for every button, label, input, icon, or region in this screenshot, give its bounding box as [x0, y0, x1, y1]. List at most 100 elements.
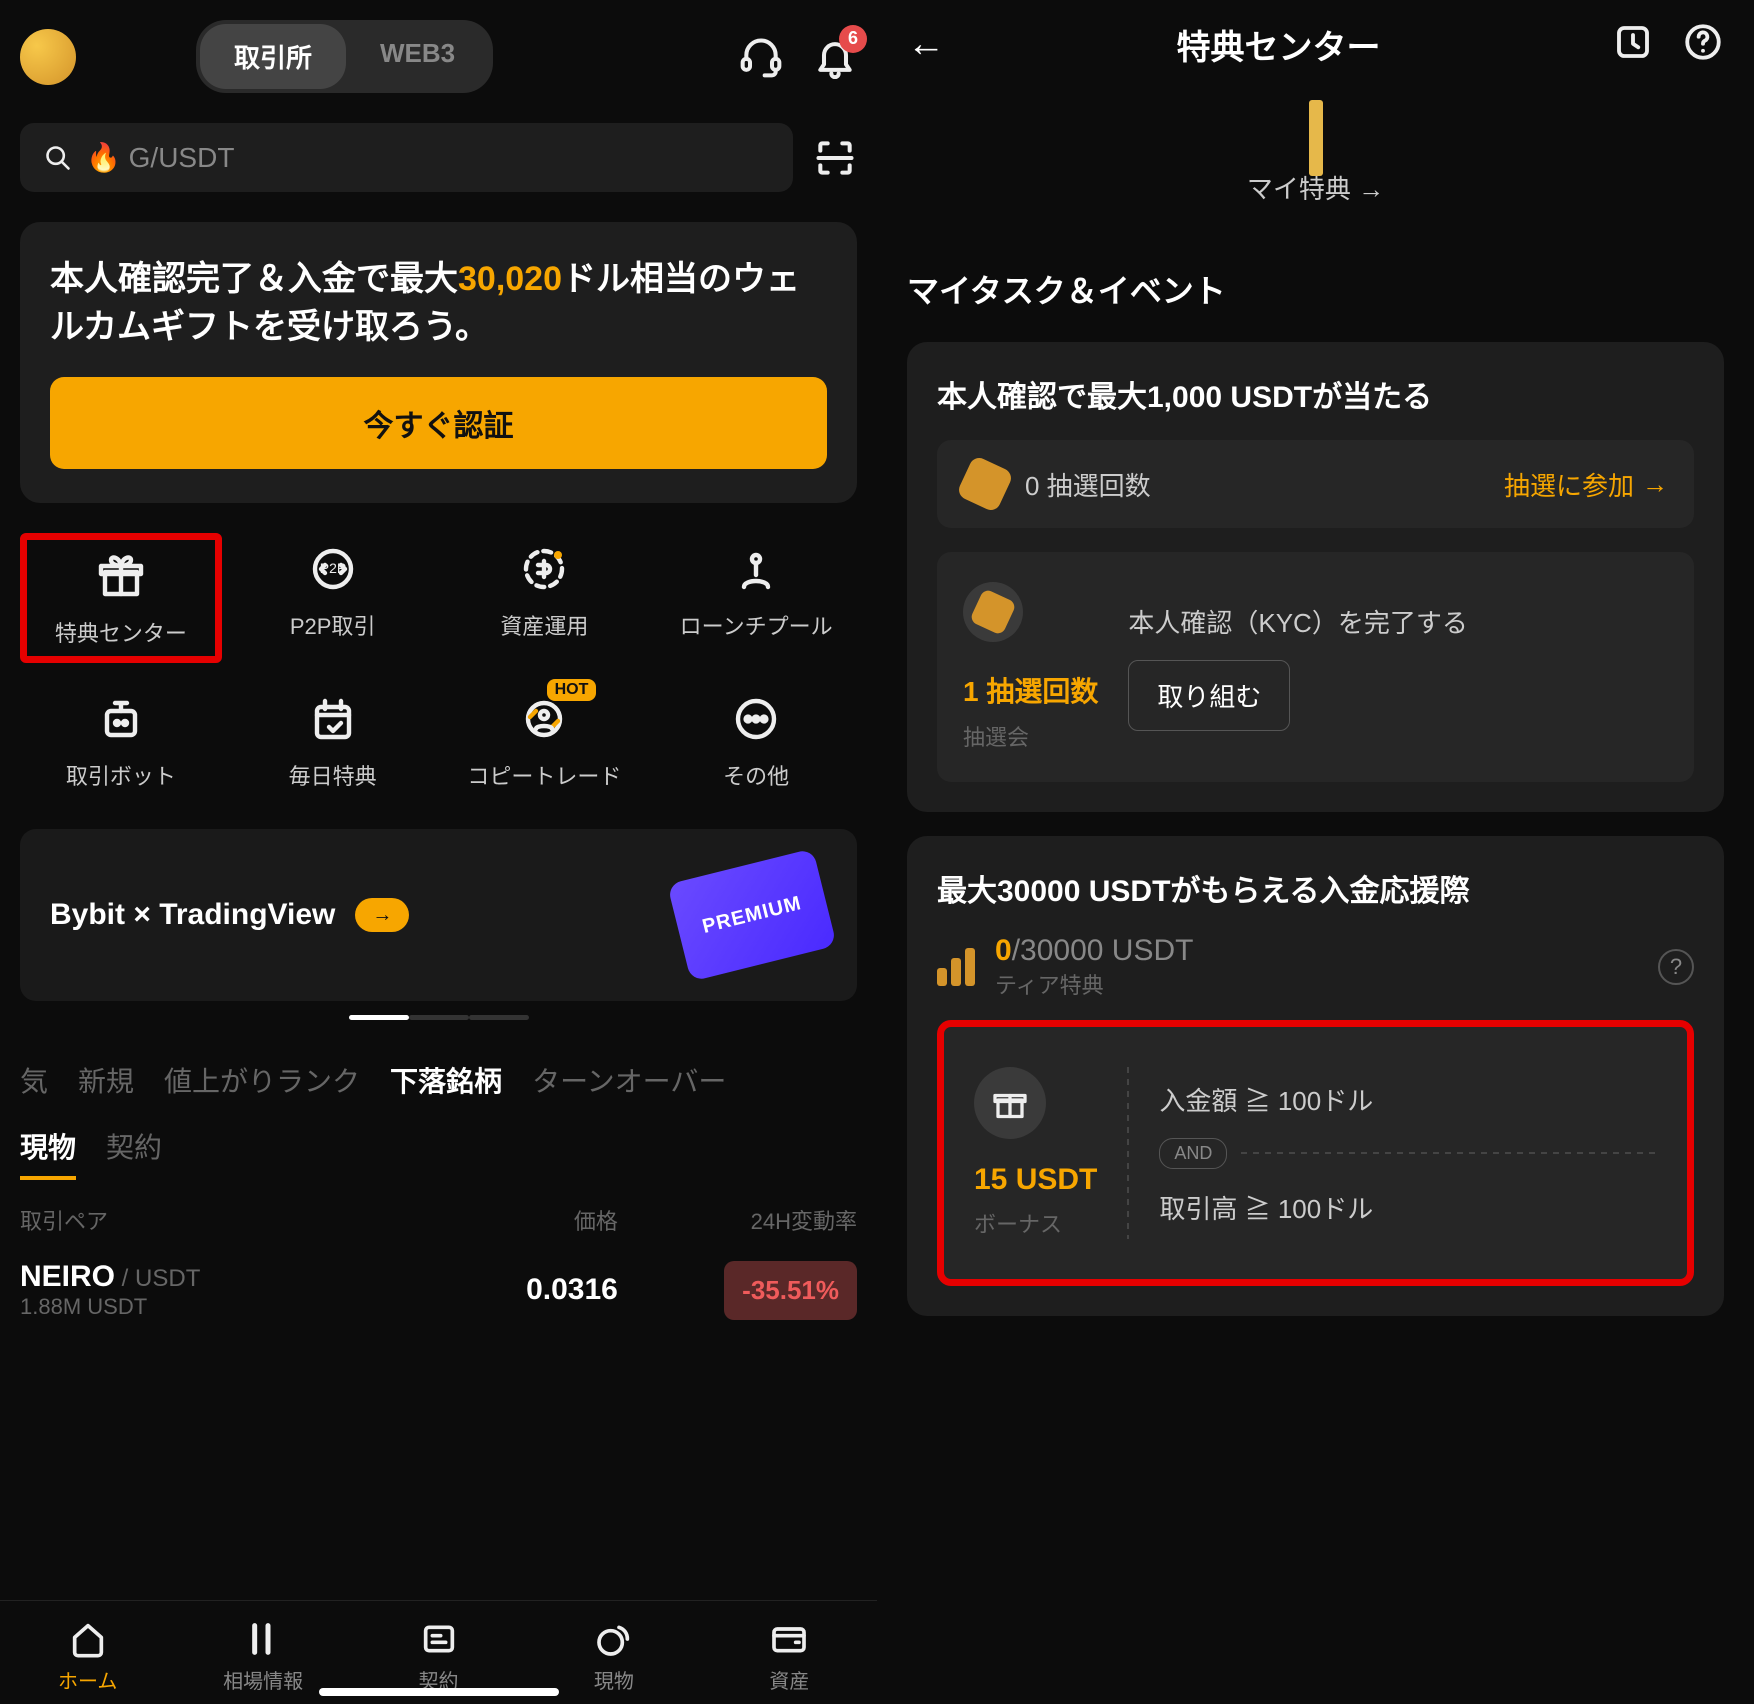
condition-1: 入金額 ≧ 100ドル: [1159, 1081, 1657, 1118]
and-label: AND: [1159, 1138, 1227, 1169]
table-header: 取引ペア 価格 24H変動率: [20, 1180, 857, 1250]
kyc-lottery-card: 本人確認で最大1,000 USDTが当たる 0 抽選回数 抽選に参加→ 1 抽選…: [907, 342, 1724, 812]
th-pair: 取引ペア: [20, 1204, 379, 1236]
search-icon: [44, 144, 72, 172]
nav-spot[interactable]: 現物: [526, 1619, 701, 1694]
entry-count: 1 抽選回数: [963, 670, 1098, 710]
contract-icon: [419, 1619, 459, 1659]
gift-icon: [93, 548, 149, 604]
headset-icon[interactable]: [739, 35, 783, 79]
scan-icon[interactable]: [813, 136, 857, 180]
shortcut-label: 取引ボット: [66, 759, 176, 791]
home-icon: [68, 1619, 108, 1659]
shortcut-launchpool[interactable]: ローンチプール: [655, 533, 857, 663]
ticker-change: -35.51%: [724, 1261, 857, 1320]
tier-progress: 0/30000 USDT ティア特典 ?: [937, 934, 1694, 1000]
shortcut-grid: 特典センター P2P P2P取引 資産運用 ローンチプール 取引ボット 毎日特典…: [20, 533, 857, 799]
help-icon[interactable]: [1682, 21, 1724, 68]
shortcut-p2p[interactable]: P2P P2P取引: [232, 533, 434, 663]
tab-web3[interactable]: WEB3: [346, 24, 489, 89]
copytrade-icon: [516, 691, 572, 747]
bot-icon: [93, 691, 149, 747]
welcome-banner: 本人確認完了＆入金で最大30,020ドル相当のウェルカムギフトを受け取ろう。 今…: [20, 222, 857, 503]
tier-sub: ティア特典: [995, 968, 1193, 1000]
engage-button[interactable]: 取り組む: [1128, 660, 1290, 731]
market-tabs: 気 新規 値上がりランク 下落銘柄 ターンオーバー: [20, 1034, 857, 1116]
card-title: 最大30000 USDTがもらえる入金応援際: [937, 866, 1694, 910]
more-icon: [728, 691, 784, 747]
search-placeholder: 🔥 G/USDT: [86, 141, 234, 174]
help-icon[interactable]: ?: [1658, 949, 1694, 985]
th-price: 価格: [379, 1204, 618, 1236]
join-lottery-button[interactable]: 抽選に参加→: [1504, 466, 1668, 503]
search-input[interactable]: 🔥 G/USDT: [20, 123, 793, 192]
coin-icon: [956, 455, 1014, 513]
nav-home[interactable]: ホーム: [0, 1619, 175, 1694]
nav-contract[interactable]: 契約: [351, 1619, 526, 1694]
condition-2: 取引高 ≧ 100ドル: [1159, 1189, 1657, 1226]
bonus-amount: 15 USDT: [974, 1163, 1097, 1197]
shortcut-label: その他: [723, 759, 789, 791]
candles-icon: [243, 1619, 283, 1659]
shortcut-label: P2P取引: [290, 609, 376, 641]
nav-market[interactable]: 相場情報: [175, 1619, 350, 1694]
kyc-desc: 本人確認（KYC）を完了する: [1128, 603, 1668, 640]
section-heading: マイタスク＆イベント: [907, 266, 1724, 312]
shortcut-earn[interactable]: 資産運用: [444, 533, 646, 663]
earn-icon: [516, 541, 572, 597]
lottery-summary: 0 抽選回数 抽選に参加→: [937, 440, 1694, 528]
shortcut-bot[interactable]: 取引ボット: [20, 683, 222, 799]
table-row[interactable]: NEIRO / USDT 1.88M USDT 0.0316 -35.51%: [20, 1250, 857, 1340]
lottery-count: 0 抽選回数: [1025, 466, 1151, 503]
svg-text:P2P: P2P: [319, 560, 345, 576]
mkt-tab[interactable]: ターンオーバー: [532, 1060, 726, 1100]
deposit-card: 最大30000 USDTがもらえる入金応援際 0/30000 USDT ティア特…: [907, 836, 1724, 1316]
gift-icon: [974, 1067, 1046, 1139]
back-icon[interactable]: ←: [907, 23, 945, 66]
nav-assets[interactable]: 資産: [702, 1619, 877, 1694]
launchpool-icon: [728, 541, 784, 597]
kyc-task: 1 抽選回数 抽選会 本人確認（KYC）を完了する 取り組む: [937, 552, 1694, 782]
calendar-icon: [305, 691, 361, 747]
spot-icon: [594, 1619, 634, 1659]
mkt-tab[interactable]: 下落銘柄: [390, 1060, 502, 1100]
main-tab-switch: 取引所 WEB3: [196, 20, 493, 93]
shortcut-more[interactable]: その他: [655, 683, 857, 799]
mkt-tab[interactable]: 新規: [78, 1060, 134, 1100]
shortcut-label: コピートレード: [467, 759, 621, 791]
subtab-spot[interactable]: 現物: [20, 1126, 76, 1180]
page-title: 特典センター: [965, 20, 1592, 69]
arrow-icon: →: [355, 898, 409, 932]
premium-card: PREMIUM: [667, 849, 837, 982]
avatar[interactable]: [20, 29, 76, 85]
bell-icon[interactable]: 6: [813, 35, 857, 79]
bars-icon: [937, 948, 975, 986]
card-title: 本人確認で最大1,000 USDTが当たる: [937, 372, 1694, 416]
history-icon[interactable]: [1612, 21, 1654, 68]
subtab-contract[interactable]: 契約: [106, 1126, 162, 1180]
shortcut-label: 特典センター: [55, 616, 187, 648]
ticker-volume: 1.88M USDT: [20, 1294, 379, 1320]
shortcut-label: 毎日特典: [289, 759, 377, 791]
p2p-icon: P2P: [305, 541, 361, 597]
divider: [1127, 1067, 1129, 1239]
promo-banner[interactable]: Bybit × TradingView → PREMIUM: [20, 829, 857, 1001]
verify-button[interactable]: 今すぐ認証: [50, 377, 827, 469]
bottom-nav: ホーム 相場情報 契約 現物 資産: [0, 1600, 877, 1704]
mkt-tab[interactable]: 値上がりランク: [164, 1060, 360, 1100]
shortcut-daily[interactable]: 毎日特典: [232, 683, 434, 799]
shortcut-copytrade[interactable]: コピートレード: [444, 683, 646, 799]
deposit-bonus-item[interactable]: 15 USDT ボーナス 入金額 ≧ 100ドル AND 取引高 ≧ 100ドル: [937, 1020, 1694, 1286]
coin-icon: [963, 582, 1023, 642]
banner-text: 本人確認完了＆入金で最大30,020ドル相当のウェルカムギフトを受け取ろう。: [50, 256, 827, 351]
ticker-quote: / USDT: [115, 1265, 200, 1292]
shortcut-label: ローンチプール: [680, 609, 833, 641]
mkt-tab[interactable]: 気: [20, 1060, 48, 1100]
ticker-price: 0.0316: [379, 1273, 618, 1307]
ticker-symbol: NEIRO: [20, 1260, 115, 1293]
wallet-icon: [769, 1619, 809, 1659]
shortcut-rewards-center[interactable]: 特典センター: [20, 533, 222, 663]
and-row: AND: [1159, 1138, 1657, 1169]
shortcut-label: 資産運用: [500, 609, 588, 641]
tab-exchange[interactable]: 取引所: [200, 24, 346, 89]
